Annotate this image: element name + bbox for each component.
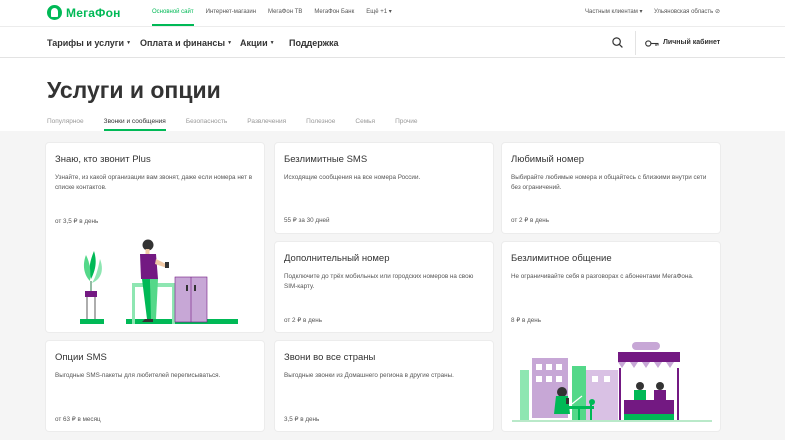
toplink-tv[interactable]: МегаФон ТВ xyxy=(268,0,302,26)
nav-tariffs-services[interactable]: Тарифы и услуги ▼ xyxy=(47,27,131,59)
card-price: 8 ₽ в день xyxy=(511,317,542,324)
service-card-unlimited-sms[interactable]: Безлимитные SMS Исходящие сообщения на в… xyxy=(275,143,493,233)
card-title: Любимый номер xyxy=(511,154,585,165)
account-link[interactable]: Личный кабинет xyxy=(663,27,720,59)
tab-family[interactable]: Семья xyxy=(355,117,375,131)
service-card-who-calls[interactable]: Знаю, кто звонит Plus Узнайте, из какой … xyxy=(46,143,264,332)
card-title: Безлимитное общение xyxy=(511,253,612,264)
card-title: Дополнительный номер xyxy=(284,253,390,264)
card-description: Выгодные звонки из Домашнего региона в д… xyxy=(284,372,454,379)
nav-promotions[interactable]: Акции ▼ xyxy=(240,27,275,59)
region-selector[interactable]: Ульяновская область ⊘ xyxy=(654,0,720,24)
toplink-bank[interactable]: МегаФон Банк xyxy=(314,0,354,26)
card-description: Узнайте, из какой организации вам звонят… xyxy=(55,174,253,191)
card-price: 55 ₽ за 30 дней xyxy=(284,217,330,224)
card-description: Исходящие сообщения на все номера России… xyxy=(284,174,421,181)
top-bar: МегаФон Основной сайт Интернет-магазин М… xyxy=(0,0,785,26)
chevron-down-icon: ▼ xyxy=(126,40,132,46)
nav-divider xyxy=(635,31,636,55)
card-price: от 63 ₽ в месяц xyxy=(55,416,101,423)
person-phone-illustration xyxy=(80,239,238,324)
megafon-logo[interactable]: МегаФон xyxy=(47,5,121,20)
segment-selector[interactable]: Частным клиентам ▾ xyxy=(585,0,643,24)
card-price: 3,5 ₽ в день xyxy=(284,416,320,423)
site-switcher: Основной сайт Интернет-магазин МегаФон Т… xyxy=(152,0,404,26)
nav-support[interactable]: Поддержка xyxy=(289,27,339,59)
main-nav: Тарифы и услуги ▼ Оплата и финансы ▼ Акции… xyxy=(0,26,785,58)
tab-other[interactable]: Прочие xyxy=(395,117,417,131)
megafon-logo-icon xyxy=(47,5,62,20)
logo-text: МегаФон xyxy=(66,5,121,20)
tab-popular[interactable]: Популярное xyxy=(47,117,84,131)
search-icon[interactable] xyxy=(612,37,623,48)
card-price: от 2 ₽ в день xyxy=(284,317,323,324)
card-title: Знаю, кто звонит Plus xyxy=(55,154,151,165)
card-description: Выбирайте любимые номера и общайтесь с б… xyxy=(511,174,707,191)
card-description: Выгодные SMS-пакеты для любителей перепи… xyxy=(55,372,221,379)
tab-calls-messages[interactable]: Звонки и сообщения xyxy=(103,117,166,131)
card-price: от 3,5 ₽ в день xyxy=(55,218,99,225)
page-header: Услуги и опции Популярное Звонки и сообщ… xyxy=(0,58,785,131)
toplink-main-site[interactable]: Основной сайт xyxy=(152,0,194,26)
page-title: Услуги и опции xyxy=(47,77,221,103)
card-title: Опции SMS xyxy=(55,352,107,363)
card-title: Безлимитные SMS xyxy=(284,154,368,165)
nav-payment-finance[interactable]: Оплата и финансы ▼ xyxy=(140,27,232,59)
service-card-sms-options[interactable]: Опции SMS Выгодные SMS-пакеты для любите… xyxy=(46,341,264,431)
toplink-shop[interactable]: Интернет-магазин xyxy=(206,0,256,26)
toplink-more[interactable]: Ещё +1 ▾ xyxy=(366,0,391,26)
tab-useful[interactable]: Полезное xyxy=(306,117,335,131)
chevron-down-icon: ▼ xyxy=(227,40,233,46)
category-tabs: Популярное Звонки и сообщения Безопаснос… xyxy=(47,117,437,131)
service-card-favorite-number[interactable]: Любимый номер Выбирайте любимые номера и… xyxy=(502,143,720,233)
card-title: Звони во все страны xyxy=(284,352,376,363)
card-description: Подключите до трёх мобильных или городск… xyxy=(284,273,474,290)
service-card-unlimited-talk[interactable]: Безлимитное общение Не ограничивайте себ… xyxy=(502,242,720,431)
card-description: Не ограничивайте себя в разговорах с або… xyxy=(511,273,694,280)
service-card-world-calls[interactable]: Звони во все страны Выгодные звонки из Д… xyxy=(275,341,493,431)
street-cafe-illustration xyxy=(512,342,712,422)
key-icon xyxy=(645,40,659,47)
tab-security[interactable]: Безопасность xyxy=(186,117,227,131)
tab-entertainment[interactable]: Развлечения xyxy=(247,117,286,131)
service-card-extra-number[interactable]: Дополнительный номер Подключите до трёх … xyxy=(275,242,493,332)
card-price: от 2 ₽ в день xyxy=(511,217,550,224)
chevron-down-icon: ▼ xyxy=(269,40,275,46)
